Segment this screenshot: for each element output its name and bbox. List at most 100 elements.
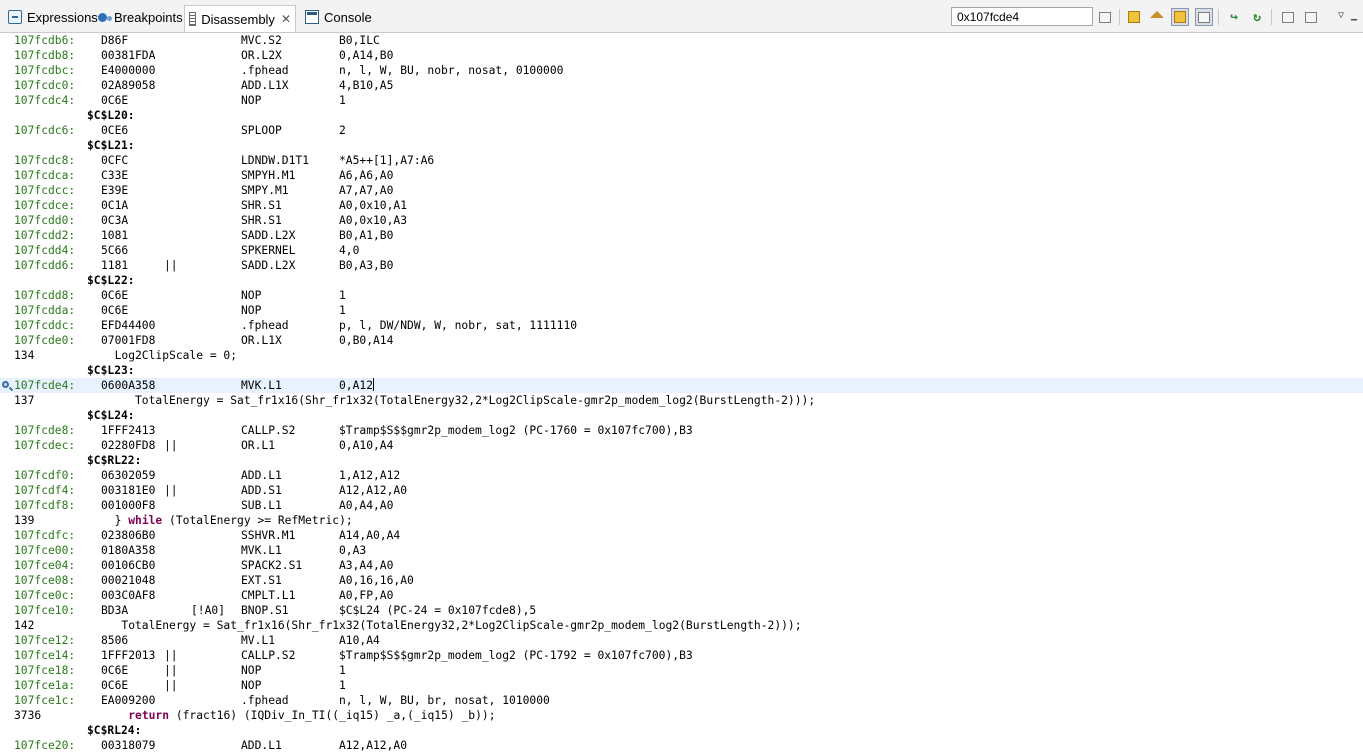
tab-breakpoints[interactable]: Breakpoints [94, 5, 187, 29]
go-to-address-button[interactable] [1096, 8, 1114, 26]
instruction-row[interactable]: 107fce18: 0C6E || NOP 1 [0, 663, 1363, 678]
instruction-row[interactable]: 107fcdf8: 001000F8 SUB.L1 A0,A4,A0 [0, 498, 1363, 513]
mnemonic: SSHVR.M1 [241, 529, 296, 542]
instruction-row[interactable]: 107fcdf0: 06302059 ADD.L1 1,A12,A12 [0, 468, 1363, 483]
source-code: Log2ClipScale = 0; [101, 348, 237, 363]
instruction-address: 107fcdd4: [14, 244, 76, 257]
label-row[interactable]: $C$L22: [0, 273, 1363, 288]
address-input[interactable] [951, 7, 1093, 26]
instruction-row[interactable]: 107fcdd2: 1081 SADD.L2X B0,A1,B0 [0, 228, 1363, 243]
source-line-number: 134 [14, 349, 35, 362]
label-row[interactable]: $C$RL22: [0, 453, 1363, 468]
new-view-button[interactable] [1279, 8, 1297, 26]
mnemonic: EXT.S1 [241, 574, 282, 587]
operands: 1 [339, 94, 346, 107]
show-home-button[interactable] [1148, 8, 1166, 26]
instruction-row[interactable]: 107fce14: 1FFF2013 || CALLP.S2 $Tramp$S$$gmr… [0, 648, 1363, 663]
instruction-row[interactable]: 107fcde8: 1FFF2413 CALLP.S2 $Tramp$S$$gmr2p… [0, 423, 1363, 438]
opcode: 0CFC [101, 154, 129, 167]
mnemonic: MV.L1 [241, 634, 276, 647]
instruction-address: 107fce08: [14, 574, 76, 587]
instruction-row[interactable]: 107fce00: 0180A358 MVK.L1 0,A3 [0, 543, 1363, 558]
mnemonic: OR.L2X [241, 49, 282, 62]
instruction-address: 107fcdc0: [14, 79, 76, 92]
instruction-row[interactable]: 107fce04: 00106CB0 SPACK2.S1 A3,A4,A0 [0, 558, 1363, 573]
current-pc-marker-icon[interactable] [2, 381, 9, 388]
instruction-row[interactable]: 107fce12: 8506 MV.L1 A10,A4 [0, 633, 1363, 648]
instruction-row[interactable]: 107fce0c: 003C0AF8 CMPLT.L1 A0,FP,A0 [0, 588, 1363, 603]
source-keyword: return [128, 709, 170, 722]
source-line-number: 139 [14, 514, 35, 527]
source-text: TotalEnergy = Sat_fr1x16(Shr_fr1x32(Tota… [101, 619, 802, 632]
refresh-button[interactable] [1125, 8, 1143, 26]
opcode: 0C6E [101, 664, 129, 677]
minimize-button[interactable]: ▁ [1345, 6, 1363, 24]
instruction-row[interactable]: 107fcdc6: 0CE6 SPLOOP 2 [0, 123, 1363, 138]
mnemonic: ADD.L1 [241, 739, 282, 752]
source-text: TotalEnergy = Sat_fr1x16(Shr_fr1x32(Tota… [101, 394, 816, 407]
operands: 4,B10,A5 [339, 79, 394, 92]
instruction-row[interactable]: 107fce1a: 0C6E || NOP 1 [0, 678, 1363, 693]
instruction-row[interactable]: 107fcdb6: D86F MVC.S2 B0,ILC [0, 33, 1363, 48]
instruction-address: 107fcdd8: [14, 289, 76, 302]
source-line-row[interactable]: 142 TotalEnergy = Sat_fr1x16(Shr_fr1x32(… [0, 618, 1363, 633]
operands: 4,0 [339, 244, 360, 257]
instruction-row[interactable]: 107fce20: 00318079 ADD.L1 A12,A12,A0 [0, 738, 1363, 753]
instruction-row[interactable]: 107fcdca: C33E SMPYH.M1 A6,A6,A0 [0, 168, 1363, 183]
instruction-row[interactable]: 107fcdec: 02280FD8 || OR.L1 0,A10,A4 [0, 438, 1363, 453]
instruction-address: 107fce18: [14, 664, 76, 677]
tab-disassembly[interactable]: Disassembly ✕ [184, 5, 296, 32]
close-icon[interactable]: ✕ [281, 12, 291, 26]
source-line-row[interactable]: 134 Log2ClipScale = 0; [0, 348, 1363, 363]
instruction-row[interactable]: 107fcdd8: 0C6E NOP 1 [0, 288, 1363, 303]
tab-console[interactable]: Console [301, 5, 376, 29]
disassembly-listing[interactable]: 107fcdb6: D86F MVC.S2 B0,ILC 107fcdb8: 00381F… [0, 33, 1363, 753]
toolbar-separator [1218, 9, 1219, 25]
tab-expressions[interactable]: Expressions [4, 5, 102, 29]
operands: A10,A4 [339, 634, 380, 647]
instruction-row[interactable]: 107fce1c: EA009200 .fphead n, l, W, BU, br,… [0, 693, 1363, 708]
opcode: EFD44400 [101, 319, 156, 332]
instruction-row[interactable]: 107fcdc4: 0C6E NOP 1 [0, 93, 1363, 108]
instruction-row[interactable]: 107fcddc: EFD44400 .fphead p, l, DW/NDW, W,… [0, 318, 1363, 333]
instruction-row[interactable]: 107fcdda: 0C6E NOP 1 [0, 303, 1363, 318]
operands: A12,A12,A0 [339, 484, 408, 497]
link-with-debug-context-button[interactable] [1171, 8, 1189, 26]
source-line-row[interactable]: 139 } while (TotalEnergy >= RefMetric); [0, 513, 1363, 528]
instruction-row[interactable]: 107fcdce: 0C1A SHR.S1 A0,0x10,A1 [0, 198, 1363, 213]
instruction-row[interactable]: 107fcdd4: 5C66 SPKERNEL 4,0 [0, 243, 1363, 258]
instruction-row[interactable]: 107fcdd0: 0C3A SHR.S1 A0,0x10,A3 [0, 213, 1363, 228]
operands: A6,A6,A0 [339, 169, 394, 182]
label-row[interactable]: $C$RL24: [0, 723, 1363, 738]
label-row[interactable]: $C$L20: [0, 108, 1363, 123]
instruction-row[interactable]: 107fcdf4: 003181E0 || ADD.S1 A12,A12,A0 [0, 483, 1363, 498]
instruction-address: 107fcdec: [14, 439, 76, 452]
pin-button[interactable] [1302, 8, 1320, 26]
step-into-button[interactable]: ↪ [1225, 8, 1243, 26]
show-source-button[interactable] [1195, 8, 1213, 26]
label-row[interactable]: $C$L24: [0, 408, 1363, 423]
opcode: 1FFF2413 [101, 424, 156, 437]
source-line-row[interactable]: 137 TotalEnergy = Sat_fr1x16(Shr_fr1x32(… [0, 393, 1363, 408]
instruction-row[interactable]: 107fcde0: 07001FD8 OR.L1X 0,B0,A14 [0, 333, 1363, 348]
instruction-row[interactable]: 107fce10: BD3A [!A0] BNOP.S1 $C$L24 (PC-24 =… [0, 603, 1363, 618]
instruction-row[interactable]: 107fcdc0: 02A89058 ADD.L1X 4,B10,A5 [0, 78, 1363, 93]
mnemonic: NOP [241, 94, 262, 107]
instruction-row[interactable]: 107fcdd6: 1181 || SADD.L2X B0,A3,B0 [0, 258, 1363, 273]
label-row[interactable]: $C$L23: [0, 363, 1363, 378]
source-line-row[interactable]: 3736 return (fract16) (IQDiv_In_TI((_iq1… [0, 708, 1363, 723]
label-row[interactable]: $C$L21: [0, 138, 1363, 153]
instruction-row[interactable]: 107fcdfc: 023806B0 SSHVR.M1 A14,A0,A4 [0, 528, 1363, 543]
instruction-row[interactable]: 107fcdb8: 00381FDA OR.L2X 0,A14,B0 [0, 48, 1363, 63]
instruction-row[interactable]: 107fcdc8: 0CFC LDNDW.D1T1 *A5++[1],A7:A6 [0, 153, 1363, 168]
parallel-marker: [!A0] [191, 604, 226, 617]
operands: 1,A12,A12 [339, 469, 401, 482]
instruction-row[interactable]: 107fcde4: 0600A358 MVK.L1 0,A12 [0, 378, 1363, 393]
instruction-row[interactable]: 107fcdcc: E39E SMPY.M1 A7,A7,A0 [0, 183, 1363, 198]
instruction-row[interactable]: 107fcdbc: E4000000 .fphead n, l, W, BU, nob… [0, 63, 1363, 78]
operands: n, l, W, BU, nobr, nosat, 0100000 [339, 64, 564, 77]
operands: B0,A1,B0 [339, 229, 394, 242]
breakpoints-icon [98, 12, 112, 22]
step-over-button[interactable]: ↻ [1248, 8, 1266, 26]
instruction-row[interactable]: 107fce08: 00021048 EXT.S1 A0,16,16,A0 [0, 573, 1363, 588]
